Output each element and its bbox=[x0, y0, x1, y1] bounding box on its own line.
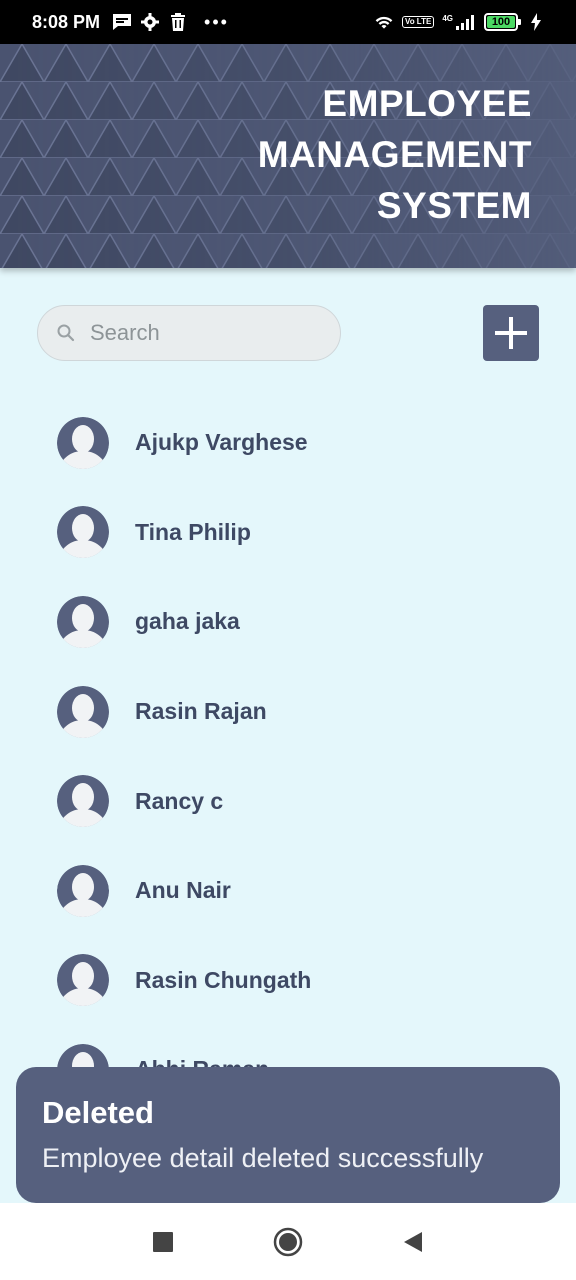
employee-name: gaha jaka bbox=[135, 608, 240, 635]
employee-name: Ajukp Varghese bbox=[135, 429, 308, 456]
search-icon bbox=[56, 323, 76, 343]
employee-row[interactable]: Rasin Rajan bbox=[0, 667, 576, 757]
app-title-line-1: EMPLOYEE bbox=[322, 83, 532, 124]
employee-row[interactable]: Anu Nair bbox=[0, 846, 576, 936]
trash-icon bbox=[168, 12, 188, 32]
app-title-line-3: SYSTEM bbox=[376, 185, 532, 226]
status-bar: 8:08 PM ••• Vo LTE 4G 100 bbox=[0, 0, 576, 44]
plus-icon bbox=[493, 315, 529, 351]
avatar-icon bbox=[57, 685, 109, 738]
employee-name: Tina Philip bbox=[135, 518, 251, 545]
recents-square-icon[interactable] bbox=[148, 1227, 178, 1257]
employee-list: Ajukp Varghese Tina Philip gaha jaka Ras… bbox=[0, 398, 576, 1115]
charging-icon bbox=[526, 12, 546, 32]
app-title-line-2: MANAGEMENT bbox=[257, 134, 532, 175]
avatar-icon bbox=[57, 416, 109, 469]
snackbar-message: Employee detail deleted successfully bbox=[42, 1143, 484, 1173]
search-bar[interactable] bbox=[37, 305, 341, 361]
employee-name: Anu Nair bbox=[135, 877, 231, 904]
avatar-icon bbox=[57, 506, 109, 559]
signal-icon: 4G bbox=[442, 14, 476, 30]
employee-name: Rasin Chungath bbox=[135, 966, 312, 993]
avatar-icon bbox=[57, 595, 109, 648]
header-banner: EMPLOYEE MANAGEMENT SYSTEM bbox=[0, 44, 576, 268]
avatar-icon bbox=[57, 864, 109, 917]
status-time: 8:08 PM bbox=[32, 11, 101, 32]
message-icon bbox=[112, 12, 132, 32]
avatar-icon bbox=[57, 954, 109, 1007]
back-triangle-icon[interactable] bbox=[398, 1227, 428, 1257]
employee-name: Rasin Rajan bbox=[135, 698, 267, 725]
system-navigation-bar bbox=[0, 1203, 576, 1280]
network-type: 4G bbox=[442, 14, 453, 23]
employee-row[interactable]: Ajukp Varghese bbox=[0, 398, 576, 488]
employee-row[interactable]: Tina Philip bbox=[0, 488, 576, 578]
add-employee-button[interactable] bbox=[483, 305, 539, 361]
employee-name: Rancy c bbox=[135, 787, 224, 814]
notification-icons: ••• bbox=[112, 12, 229, 32]
settings-icon bbox=[140, 12, 160, 32]
employee-row[interactable]: Rancy c bbox=[0, 756, 576, 846]
deleted-snackbar: Deleted Employee detail deleted successf… bbox=[16, 1067, 560, 1203]
battery-level: 100 bbox=[487, 16, 515, 28]
volte-icon: Vo LTE bbox=[401, 16, 435, 28]
employee-row[interactable]: Rasin Chungath bbox=[0, 936, 576, 1026]
employee-row[interactable]: gaha jaka bbox=[0, 577, 576, 667]
snackbar-title: Deleted bbox=[42, 1095, 154, 1130]
wifi-icon bbox=[374, 12, 394, 32]
home-circle-icon[interactable] bbox=[273, 1227, 303, 1257]
battery-icon: 100 bbox=[484, 13, 521, 31]
search-input[interactable] bbox=[90, 320, 310, 346]
more-notifications-icon: ••• bbox=[204, 12, 229, 32]
system-icons: Vo LTE 4G 100 bbox=[374, 12, 546, 32]
app-title: EMPLOYEE MANAGEMENT SYSTEM bbox=[258, 78, 532, 231]
avatar-icon bbox=[57, 775, 109, 828]
